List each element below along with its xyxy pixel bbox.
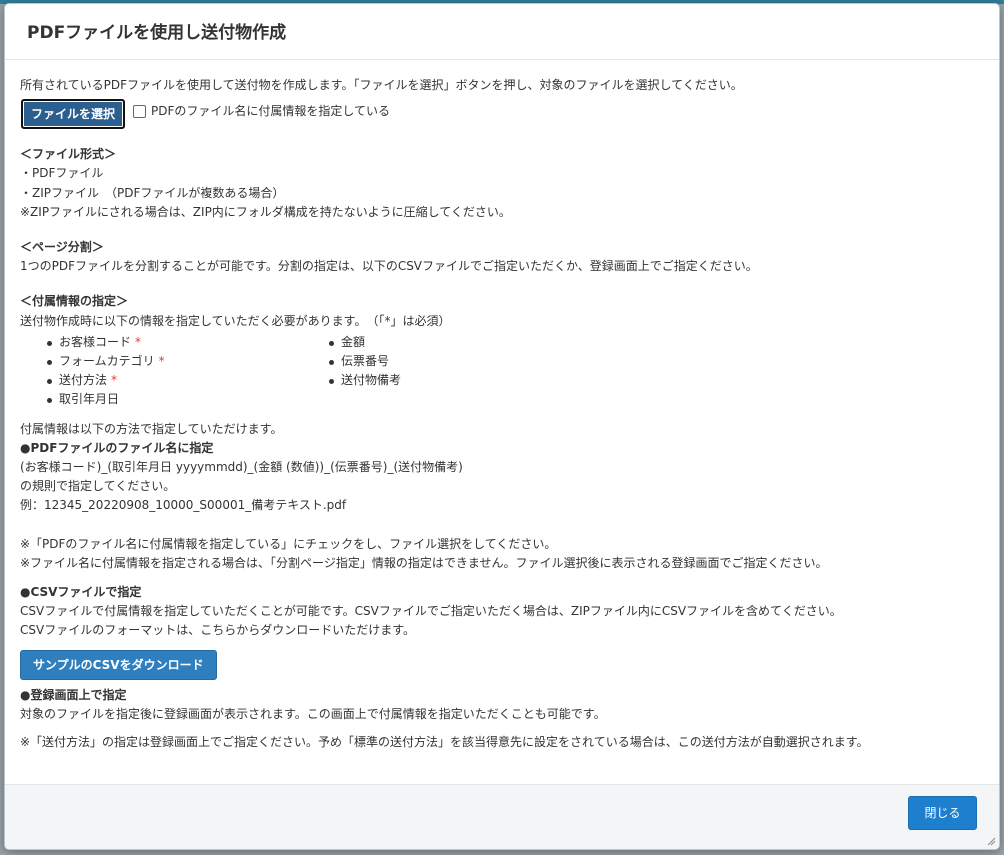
list-item: 取引年月日 xyxy=(42,390,324,409)
item-label: お客様コード xyxy=(59,334,132,349)
filename-rule-text: の規則で指定してください。 xyxy=(20,479,176,494)
item-label: 送付物備考 xyxy=(341,373,402,388)
dialog-title: PDFファイルを使用し送付物作成 xyxy=(27,23,287,43)
file-format-note: ※ZIPファイルにされる場合は、ZIP内にフォルダ構成を持たないように圧縮してく… xyxy=(20,204,511,219)
item-label: 送付方法 xyxy=(59,373,108,388)
item-label: 伝票番号 xyxy=(341,354,390,369)
list-item: お客様コード * xyxy=(42,333,324,352)
required-mark: * xyxy=(158,354,165,369)
attached-info-list: お客様コード * 金額 フォームカテゴリ * 伝票番号 送付方法 * 送付物備考 取引… xyxy=(42,333,985,410)
select-file-button[interactable]: ファイルを選択 xyxy=(21,99,126,130)
page-split-text: 1つのPDFファイルを分割することが可能です。分割の指定は、以下のCSVファイル… xyxy=(20,259,758,274)
file-format-heading: ＜ファイル形式＞ xyxy=(20,147,117,162)
filename-info-checkbox-group[interactable]: PDFのファイル名に付属情報を指定している xyxy=(133,102,390,121)
item-label: 金額 xyxy=(341,334,366,349)
filename-note: ※「PDFのファイル名に付属情報を指定している」にチェックをし、ファイル選択をし… xyxy=(20,536,557,551)
required-mark: * xyxy=(111,373,118,388)
csv-text: CSVファイルのフォーマットは、こちらからダウンロードいただけます。 xyxy=(20,623,416,638)
filename-info-checkbox-label[interactable]: PDFのファイル名に付属情報を指定している xyxy=(151,102,390,121)
filename-note: ※ファイル名に付属情報を指定される場合は、「分割ページ指定」情報の指定はできませ… xyxy=(20,555,828,570)
file-select-row: ファイルを選択 PDFのファイル名に付属情報を指定している xyxy=(20,99,985,130)
resize-grip-icon[interactable] xyxy=(986,836,996,846)
item-label: フォームカテゴリ xyxy=(59,354,155,369)
method-screen-heading: ●登録画面上で指定 xyxy=(20,687,127,702)
dialog-body: 所有されているPDFファイルを使用して送付物を作成します。「ファイルを選択」ボタ… xyxy=(5,60,999,752)
filename-example: 例：12345_20220908_10000_S00001_備考テキスト.pdf xyxy=(20,498,347,513)
file-format-line: ・PDFファイル xyxy=(20,166,104,181)
close-button[interactable]: 閉じる xyxy=(908,796,977,830)
attached-info-heading: ＜付属情報の指定＞ xyxy=(20,294,129,309)
required-mark: * xyxy=(135,334,142,349)
list-item: 金額 xyxy=(324,333,606,352)
methods-intro: 付属情報は以下の方法で指定していただけます。 xyxy=(20,421,283,436)
dialog-footer: 閉じる xyxy=(5,784,999,849)
filename-rule: (お客様コード)_(取引年月日 yyyymmdd)_(金額 (数値))_(伝票番… xyxy=(20,460,463,475)
dialog-header: PDFファイルを使用し送付物作成 xyxy=(5,4,999,60)
method-filename-heading: ●PDFファイルのファイル名に指定 xyxy=(20,440,214,455)
screen-note: ※「送付方法」の指定は登録画面上でご指定ください。予め「標準の送付方法」を該当得… xyxy=(20,735,869,750)
page-split-heading: ＜ページ分割＞ xyxy=(20,240,104,255)
csv-text: CSVファイルで付属情報を指定していただくことが可能です。CSVファイルでご指定… xyxy=(20,604,842,619)
attached-info-text: 送付物作成時に以下の情報を指定していただく必要があります。 （「*」は必須） xyxy=(20,313,451,328)
list-item: 伝票番号 xyxy=(324,352,606,371)
filename-info-checkbox[interactable] xyxy=(133,104,147,118)
pdf-upload-dialog: PDFファイルを使用し送付物作成 所有されているPDFファイルを使用して送付物を… xyxy=(4,3,1000,850)
download-sample-csv-button[interactable]: サンプルのCSVをダウンロード xyxy=(20,649,217,680)
list-item: フォームカテゴリ * xyxy=(42,352,324,371)
file-format-line: ・ZIPファイル （PDFファイルが複数ある場合） xyxy=(20,185,285,200)
item-label: 取引年月日 xyxy=(59,392,120,407)
list-item: 送付方法 * xyxy=(42,371,324,390)
screen-text: 対象のファイルを指定後に登録画面が表示されます。この画面上で付属情報を指定いただ… xyxy=(20,706,606,721)
intro-text: 所有されているPDFファイルを使用して送付物を作成します。「ファイルを選択」ボタ… xyxy=(20,78,743,92)
list-item: 送付物備考 xyxy=(324,371,606,390)
method-csv-heading: ●CSVファイルで指定 xyxy=(20,585,142,600)
